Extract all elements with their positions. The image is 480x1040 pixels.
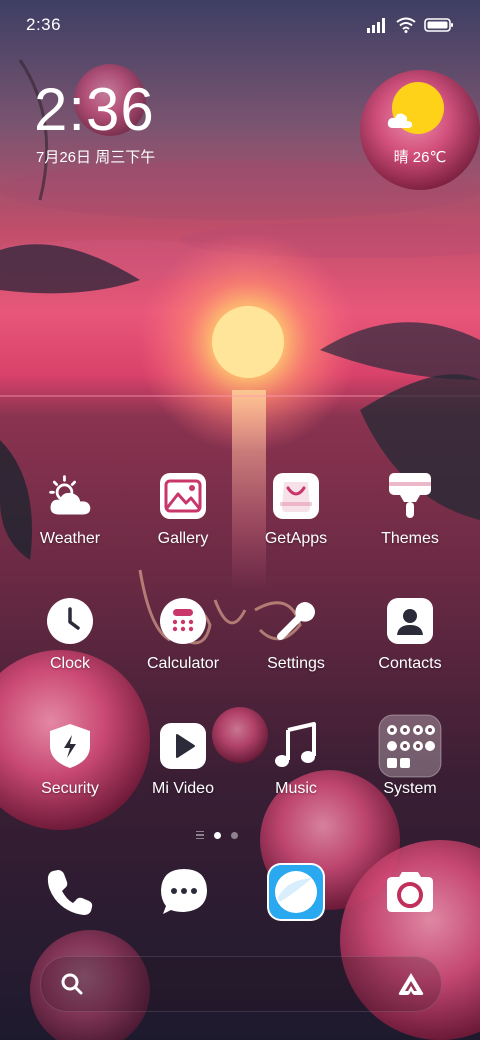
app-label: Settings [267, 655, 325, 672]
contact-card-icon [386, 597, 434, 645]
clock-widget[interactable]: 2:36 7月26日 周三下午 [34, 78, 234, 178]
music-note-icon [272, 722, 320, 770]
browser-icon [267, 863, 325, 921]
play-icon [159, 722, 207, 770]
app-list-indicator [196, 830, 204, 840]
app-music[interactable]: Music [240, 722, 350, 832]
battery-icon [424, 18, 453, 32]
paint-brush-icon [386, 472, 434, 520]
weather-temperature: 晴 26℃ [393, 149, 447, 166]
page-dot [231, 831, 238, 839]
calculator-icon [159, 597, 207, 645]
gallery-icon [159, 472, 207, 520]
app-label: Mi Video [152, 780, 214, 797]
dock-messages[interactable] [154, 862, 214, 922]
app-label: Security [41, 780, 99, 797]
app-label: Weather [39, 530, 101, 547]
app-label: Contacts [378, 655, 442, 672]
phone-icon [47, 870, 93, 915]
app-system-folder[interactable]: System [354, 714, 464, 832]
app-calculator[interactable]: Calculator [127, 597, 237, 707]
clock-icon [46, 597, 94, 645]
page-dot-active [214, 831, 221, 839]
app-gallery[interactable]: Gallery [127, 472, 237, 582]
app-weather[interactable]: Weather [14, 472, 124, 582]
status-time: 2:36 [26, 15, 62, 34]
app-label: Themes [381, 530, 439, 547]
app-security[interactable]: Security [14, 722, 124, 832]
assistant-icon[interactable] [397, 971, 425, 997]
messages-icon [161, 869, 207, 914]
weather-icon [46, 472, 94, 520]
widget-date: 7月26日 周三下午 [36, 149, 156, 166]
app-label: Gallery [157, 530, 209, 547]
page-indicator[interactable] [196, 828, 286, 842]
app-getapps[interactable]: GetApps [240, 472, 350, 582]
status-icons [366, 15, 454, 35]
weather-widget[interactable]: 晴 26℃ [380, 80, 460, 170]
folder-icon [378, 714, 442, 778]
status-bar: 2:36 [0, 0, 480, 48]
app-clock[interactable]: Clock [14, 597, 124, 707]
dock-phone[interactable] [40, 862, 100, 922]
cloud-icon [387, 113, 413, 128]
wifi-icon [396, 17, 416, 33]
camera-icon [387, 872, 433, 912]
shopping-bag-icon [272, 472, 320, 520]
dock-browser[interactable] [266, 862, 326, 922]
app-settings[interactable]: Settings [240, 597, 350, 707]
app-contacts[interactable]: Contacts [354, 597, 464, 707]
app-label: Music [275, 780, 317, 797]
wrench-icon [272, 597, 320, 645]
search-bar[interactable] [40, 956, 442, 1012]
app-label: Clock [49, 655, 90, 672]
search-icon[interactable] [61, 973, 83, 995]
app-mivideo[interactable]: Mi Video [127, 722, 237, 832]
shield-bolt-icon [46, 722, 94, 770]
app-label: Calculator [146, 655, 220, 672]
signal-icon [367, 18, 385, 33]
dock-camera[interactable] [380, 862, 440, 922]
app-label: GetApps [264, 530, 328, 547]
app-themes[interactable]: Themes [354, 472, 464, 582]
widget-time: 2:36 [34, 76, 155, 143]
app-label: System [383, 780, 437, 797]
